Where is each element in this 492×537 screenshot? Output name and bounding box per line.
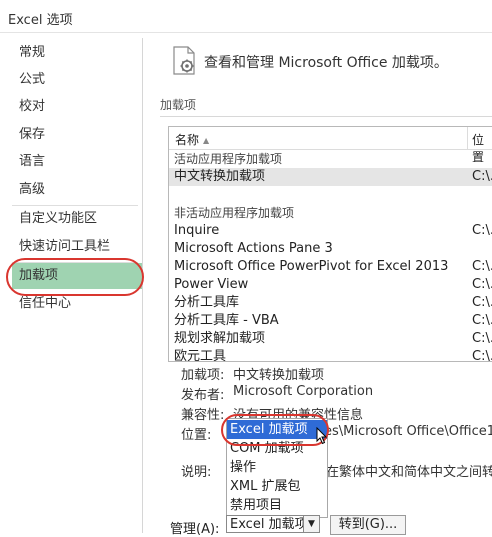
list-item-solver[interactable]: 规划求解加载项 C:\.	[169, 330, 492, 348]
mouse-cursor-icon	[316, 427, 328, 445]
detail-description-value: 在繁体中文和简体中文之间转换	[326, 465, 492, 480]
detail-publisher-value: Microsoft Corporation	[233, 384, 374, 399]
sidebar-item-trust-center[interactable]: 信任中心	[8, 291, 142, 317]
sidebar-item-general[interactable]: 常规	[8, 40, 142, 66]
sidebar-item-customize-ribbon[interactable]: 自定义功能区	[8, 206, 142, 232]
sidebar-item-quick-access-toolbar[interactable]: 快速访问工具栏	[8, 234, 142, 260]
list-item-euro-tools[interactable]: 欧元工具 C:\.	[169, 348, 492, 361]
dropdown-option-com-addins[interactable]: COM 加载项	[227, 439, 327, 458]
column-divider	[467, 127, 468, 149]
list-item-power-view[interactable]: Power View C:\.	[169, 276, 492, 294]
list-column-header: 名称 ▲ 位置	[169, 127, 492, 164]
dropdown-option-xml-expansion[interactable]: XML 扩展包	[227, 477, 327, 496]
sort-ascending-icon: ▲	[203, 136, 210, 145]
window-title: Excel 选项	[8, 13, 73, 28]
detail-location-value: es\Microsoft Office\Office15	[324, 424, 492, 439]
detail-compat-label: 兼容性:	[181, 408, 225, 423]
detail-addin-value: 中文转换加载项	[233, 368, 325, 383]
list-item-chinese-conversion[interactable]: 中文转换加载项 C:\.	[169, 168, 492, 186]
list-item-powerpivot[interactable]: Microsoft Office PowerPivot for Excel 20…	[169, 258, 492, 276]
list-item-inquire[interactable]: Inquire C:\.	[169, 222, 492, 240]
section-divider	[160, 116, 492, 117]
dropdown-option-excel-addins[interactable]: Excel 加载项	[227, 420, 327, 439]
detail-publisher-label: 发布者:	[181, 388, 225, 403]
addins-list[interactable]: 名称 ▲ 位置 活动应用程序加载项 中文转换加载项 C:\. 非活动应用程序加载项 …	[168, 126, 492, 362]
manage-select[interactable]: Excel 加载项 ▼	[226, 515, 320, 533]
list-item-actions-pane[interactable]: Microsoft Actions Pane 3	[169, 240, 492, 258]
manage-select-value: Excel 加载项	[230, 517, 308, 532]
title-bar: Excel 选项	[0, 0, 492, 33]
sidebar-item-language[interactable]: 语言	[8, 149, 142, 175]
column-header-name[interactable]: 名称 ▲	[175, 131, 209, 148]
manage-label: 管理(A):	[170, 522, 220, 537]
detail-location-label: 位置:	[181, 428, 212, 443]
list-item-analysis-toolpak-vba[interactable]: 分析工具库 - VBA C:\.	[169, 312, 492, 330]
dropdown-option-actions[interactable]: 操作	[227, 458, 327, 477]
list-group-inactive: 非活动应用程序加载项	[174, 206, 295, 220]
sidebar-item-addins[interactable]: 加载项	[12, 263, 142, 289]
dropdown-arrow-icon[interactable]: ▼	[303, 516, 319, 532]
go-button[interactable]: 转到(G)...	[330, 515, 406, 535]
manage-dropdown-list[interactable]: Excel 加载项 COM 加载项 操作 XML 扩展包 禁用项目	[226, 418, 328, 518]
detail-description-label: 说明:	[181, 465, 212, 480]
sidebar-item-formulas[interactable]: 公式	[8, 67, 142, 93]
detail-addin-label: 加载项:	[181, 368, 225, 383]
list-item-analysis-toolpak[interactable]: 分析工具库 C:\.	[169, 294, 492, 312]
page-header-text: 查看和管理 Microsoft Office 加载项。	[204, 55, 448, 71]
list-group-active: 活动应用程序加载项	[174, 152, 283, 166]
sidebar-item-proofing[interactable]: 校对	[8, 94, 142, 120]
sidebar-item-save[interactable]: 保存	[8, 122, 142, 148]
section-title-addins: 加载项	[160, 98, 197, 112]
sidebar-nav: 常规 公式 校对 保存 语言 高级 自定义功能区 快速访问工具栏 加载项 信任中…	[8, 38, 143, 533]
sidebar-item-advanced[interactable]: 高级	[8, 177, 142, 203]
dropdown-option-disabled-items[interactable]: 禁用项目	[227, 496, 327, 515]
addin-document-gear-icon	[173, 46, 195, 75]
